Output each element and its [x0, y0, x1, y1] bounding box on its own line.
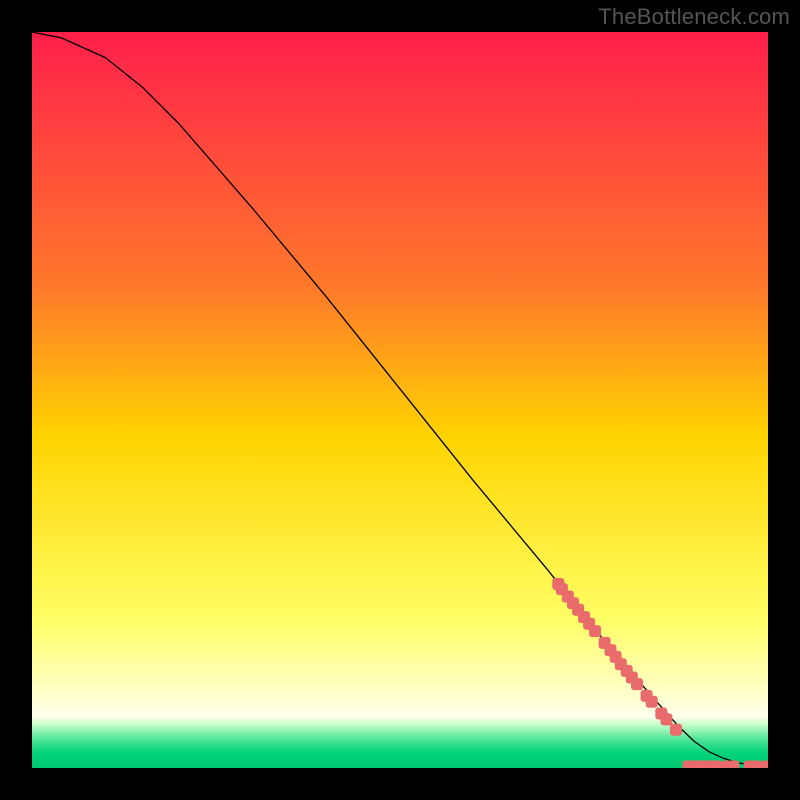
chart-svg	[32, 32, 768, 768]
marker-point	[727, 761, 739, 768]
marker-point	[749, 761, 761, 768]
marker-point	[761, 761, 768, 768]
gradient-background	[32, 32, 768, 768]
marker-point	[670, 724, 682, 736]
marker-point	[660, 713, 672, 725]
attribution-text: TheBottleneck.com	[598, 4, 790, 30]
marker-point	[631, 678, 643, 690]
chart-root: TheBottleneck.com	[0, 0, 800, 800]
marker-point	[710, 761, 722, 768]
marker-point	[646, 696, 658, 708]
marker-point	[589, 625, 601, 637]
plot-area	[32, 32, 768, 768]
